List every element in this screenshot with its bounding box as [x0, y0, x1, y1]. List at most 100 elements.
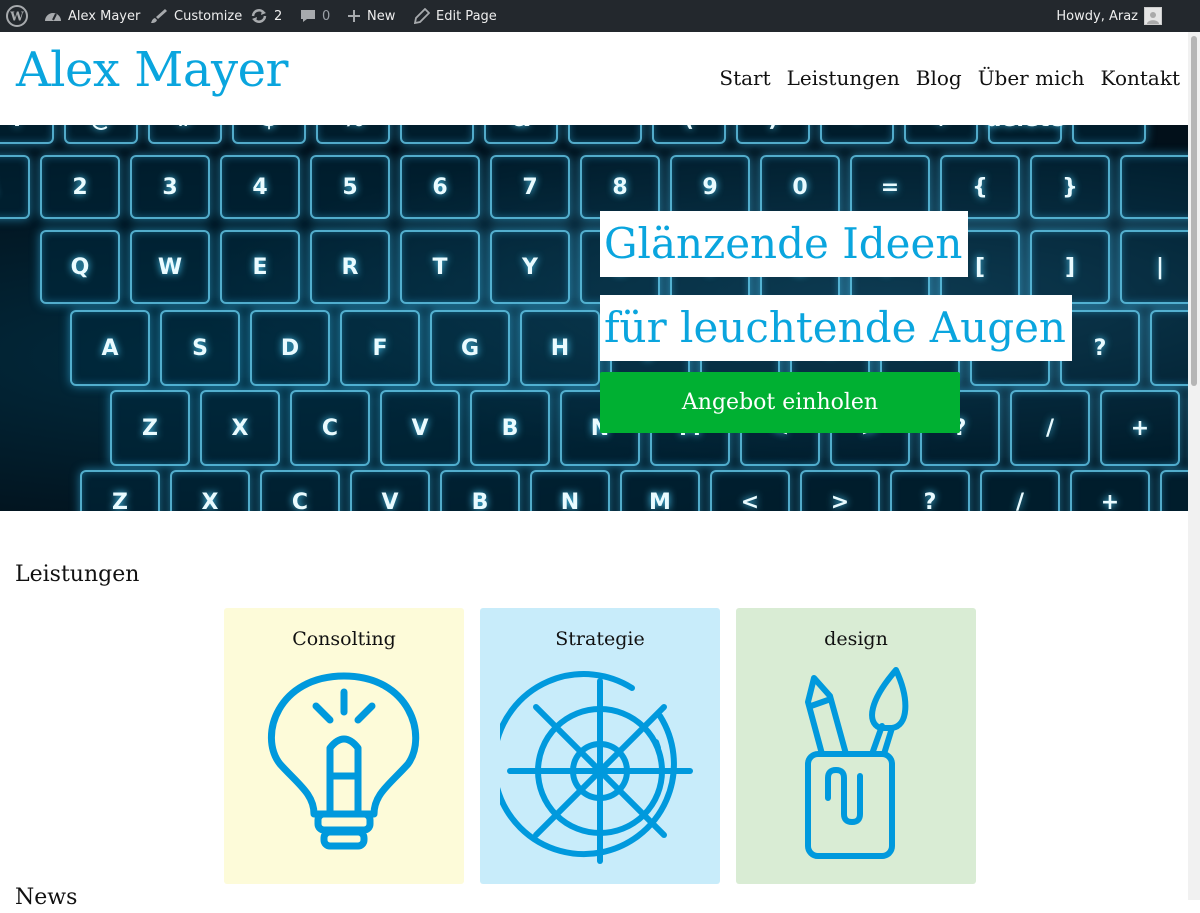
hero-text: Glänzende Ideen für leuchtende Augen: [600, 211, 1072, 361]
new-content-link[interactable]: New: [347, 0, 395, 32]
keyboard-key: S: [160, 310, 240, 386]
updates-link[interactable]: 2: [250, 0, 282, 32]
keyboard-key: 5: [310, 155, 390, 219]
updates-count: 2: [274, 8, 283, 24]
nav-item-leistungen[interactable]: Leistungen: [787, 66, 900, 90]
keyboard-key: /: [980, 470, 1060, 511]
get-quote-button[interactable]: Angebot einholen: [600, 372, 960, 433]
keyboard-key: C: [260, 470, 340, 511]
keyboard-key: W: [130, 230, 210, 304]
keyboard-key: E: [220, 230, 300, 304]
site-header: Alex Mayer Start Leistungen Blog Über mi…: [0, 32, 1188, 125]
keyboard-key: 7: [490, 155, 570, 219]
keyboard-key: [1160, 470, 1188, 511]
keyboard-key: 0: [760, 155, 840, 219]
keyboard-row: ZXCVBNM<>?/+: [80, 470, 1188, 511]
keyboard-key: |: [1120, 230, 1188, 304]
keyboard-key: N: [530, 470, 610, 511]
keyboard-key: [1120, 155, 1188, 219]
keyboard-key: [1150, 310, 1188, 386]
edit-page-link[interactable]: Edit Page: [414, 0, 497, 32]
service-card-title: design: [824, 628, 888, 650]
keyboard-key: 4: [220, 155, 300, 219]
keyboard-key: %: [316, 125, 390, 144]
keyboard-key: delete: [986, 125, 1064, 144]
keyboard-key: +: [1100, 390, 1180, 466]
admin-bar: W Alex Mayer Customize 2 0 New Edit Page…: [0, 0, 1200, 32]
keyboard-key: M: [620, 470, 700, 511]
keyboard-key: +: [1070, 470, 1150, 511]
keyboard-key: A: [70, 310, 150, 386]
svg-text:W: W: [9, 10, 24, 24]
site-title[interactable]: Alex Mayer: [16, 42, 288, 98]
keyboard-key: 9: [670, 155, 750, 219]
keyboard-key: !: [0, 125, 54, 144]
keyboard-key: +: [904, 125, 978, 144]
new-label: New: [367, 8, 396, 24]
keyboard-key: ): [736, 125, 810, 144]
page-scrollbar[interactable]: [1188, 32, 1200, 900]
keyboard-row: 1234567890={}: [0, 155, 1188, 219]
keyboard-key: G: [430, 310, 510, 386]
customize-link[interactable]: Customize: [150, 0, 242, 32]
keyboard-key: Z: [80, 470, 160, 511]
keyboard-key: Q: [40, 230, 120, 304]
keyboard-key: 3: [130, 155, 210, 219]
dashboard-icon: [44, 8, 62, 24]
updates-icon: [250, 8, 268, 24]
keyboard-key: 1: [0, 155, 30, 219]
howdy-label: Howdy, Araz: [1056, 8, 1138, 24]
avatar: [1144, 7, 1162, 25]
keyboard-key: =: [850, 155, 930, 219]
services-heading: Leistungen: [15, 562, 140, 587]
keyboard-key: *: [568, 125, 642, 144]
keyboard-key: X: [200, 390, 280, 466]
keyboard-key: F: [340, 310, 420, 386]
keyboard-row: ! @ # $% ^&* ()-+ delete: [0, 125, 1188, 144]
keyboard-key: #: [148, 125, 222, 144]
main-navigation: Start Leistungen Blog Über mich Kontakt: [719, 66, 1180, 90]
keyboard-key: T: [400, 230, 480, 304]
edit-page-label: Edit Page: [436, 8, 497, 24]
keyboard-key: Z: [110, 390, 190, 466]
keyboard-key: $: [232, 125, 306, 144]
keyboard-key: B: [440, 470, 520, 511]
nav-item-blog[interactable]: Blog: [916, 66, 962, 90]
hero-headline-line-1: Glänzende Ideen: [600, 211, 969, 277]
service-card-strategie[interactable]: Strategie: [480, 608, 720, 884]
keyboard-key: ^: [400, 125, 474, 144]
keyboard-key: 8: [580, 155, 660, 219]
account-menu[interactable]: Howdy, Araz: [1056, 0, 1162, 32]
news-heading: News: [15, 885, 78, 910]
keyboard-key: /: [1010, 390, 1090, 466]
keyboard-key: Y: [490, 230, 570, 304]
keyboard-key: 2: [40, 155, 120, 219]
keyboard-key: [1072, 125, 1146, 144]
keyboard-key: (: [652, 125, 726, 144]
service-card-consulting[interactable]: Consolting: [224, 608, 464, 884]
service-card-title: Strategie: [555, 628, 645, 650]
admin-site-name[interactable]: Alex Mayer: [44, 0, 140, 32]
brush-icon: [150, 8, 168, 24]
comments-count: 0: [322, 8, 331, 24]
plus-icon: [347, 9, 361, 23]
scrollbar-thumb[interactable]: [1191, 36, 1197, 386]
keyboard-key: C: [290, 390, 370, 466]
customize-label: Customize: [174, 8, 243, 24]
service-card-title: Consolting: [292, 628, 396, 650]
comments-link[interactable]: 0: [300, 0, 330, 32]
nav-item-kontakt[interactable]: Kontakt: [1101, 66, 1180, 90]
keyboard-key: @: [64, 125, 138, 144]
pencil-icon: [414, 8, 430, 24]
wordpress-logo-icon[interactable]: W: [6, 0, 28, 32]
hero-headline-line-2: für leuchtende Augen: [600, 295, 1072, 361]
keyboard-key: D: [250, 310, 330, 386]
keyboard-key: ?: [1060, 310, 1140, 386]
keyboard-key: H: [520, 310, 600, 386]
nav-item-start[interactable]: Start: [719, 66, 770, 90]
service-card-design[interactable]: design: [736, 608, 976, 884]
keyboard-key: V: [380, 390, 460, 466]
admin-site-name-label: Alex Mayer: [68, 8, 141, 24]
nav-item-ueber-mich[interactable]: Über mich: [978, 66, 1085, 90]
keyboard-key: ?: [890, 470, 970, 511]
